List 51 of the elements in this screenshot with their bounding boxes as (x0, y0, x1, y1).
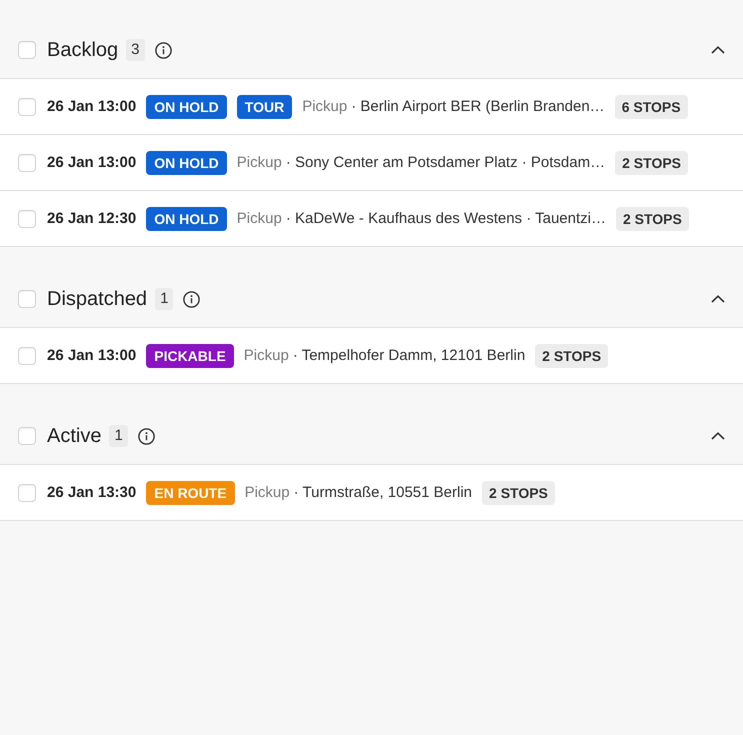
checkbox[interactable] (18, 484, 36, 502)
stops-count: 2 STOPS (615, 150, 688, 174)
order-type: Pickup (236, 154, 282, 171)
status-tag: ON HOLD (146, 150, 227, 174)
order-row[interactable]: 26 Jan 13:00 PICKABLE Pickup · Tempelhofer Damm, 12101 Berlin 2 STOPS (0, 328, 743, 384)
chevron-up-icon[interactable] (711, 432, 725, 440)
info-icon[interactable] (154, 42, 172, 58)
order-type: Pickup (302, 98, 348, 115)
order-row[interactable]: 26 Jan 13:00 ON HOLD TOUR Pickup · Berlin Airport BER (Berlin Branden… 6 STOPS (0, 79, 743, 135)
checkbox[interactable] (18, 41, 36, 59)
order-address: · Tempelhofer Damm, 12101 Berlin (292, 347, 526, 364)
info-icon[interactable] (183, 290, 200, 308)
order-address: · Sony Center am Potsdamer Platz · Potsdam… (286, 154, 606, 171)
order-time: 26 Jan 13:00 (47, 98, 136, 115)
status-tag: TOUR (236, 94, 292, 118)
section-title: Backlog (47, 38, 118, 62)
info-icon[interactable] (138, 428, 155, 444)
checkbox[interactable] (18, 290, 36, 308)
count-badge: 3 (126, 39, 144, 61)
order-row[interactable]: 26 Jan 13:30 EN ROUTE Pickup · Turmstraße, 10551 Berlin 2 STOPS (0, 465, 743, 521)
status-tag: PICKABLE (146, 344, 234, 368)
order-time: 26 Jan 13:00 (47, 154, 136, 171)
order-type: Pickup (236, 210, 282, 227)
order-row[interactable]: 26 Jan 13:00 ON HOLD Pickup · Sony Center am Potsdamer Platz · Potsdam… 2 STOPS (0, 135, 743, 191)
checkbox[interactable] (18, 346, 36, 364)
stops-count: 6 STOPS (614, 94, 688, 118)
order-type: Pickup (244, 347, 289, 364)
chevron-up-icon[interactable] (711, 295, 725, 303)
checkbox[interactable] (18, 210, 36, 228)
status-tag: ON HOLD (146, 94, 227, 118)
order-time: 26 Jan 13:00 (47, 347, 136, 364)
order-type: Pickup (244, 484, 290, 501)
order-address: · Berlin Airport BER (Berlin Branden… (351, 98, 605, 115)
stops-count: 2 STOPS (535, 344, 608, 368)
status-tag: EN ROUTE (146, 480, 235, 504)
stops-count: 2 STOPS (616, 206, 689, 230)
count-badge: 1 (109, 425, 128, 447)
chevron-up-icon[interactable] (711, 46, 725, 54)
section-title: Dispatched (47, 288, 148, 310)
checkbox[interactable] (18, 427, 36, 445)
order-time: 26 Jan 13:30 (47, 484, 136, 501)
checkbox[interactable] (18, 154, 36, 172)
order-address: · Turmstraße, 10551 Berlin (294, 484, 472, 501)
status-tag: ON HOLD (146, 206, 227, 230)
section-title: Active (47, 424, 102, 448)
order-row[interactable]: 26 Jan 12:30 ON HOLD Pickup · KaDeWe - Kaufhaus des Westens · Tauentzi… 2 STOPS (0, 191, 743, 247)
stops-count: 2 STOPS (482, 480, 555, 504)
order-time: 26 Jan 12:30 (47, 210, 136, 227)
checkbox[interactable] (18, 98, 36, 116)
count-badge: 1 (155, 288, 174, 310)
order-address: · KaDeWe - Kaufhaus des Westens · Tauentzi… (286, 210, 606, 227)
